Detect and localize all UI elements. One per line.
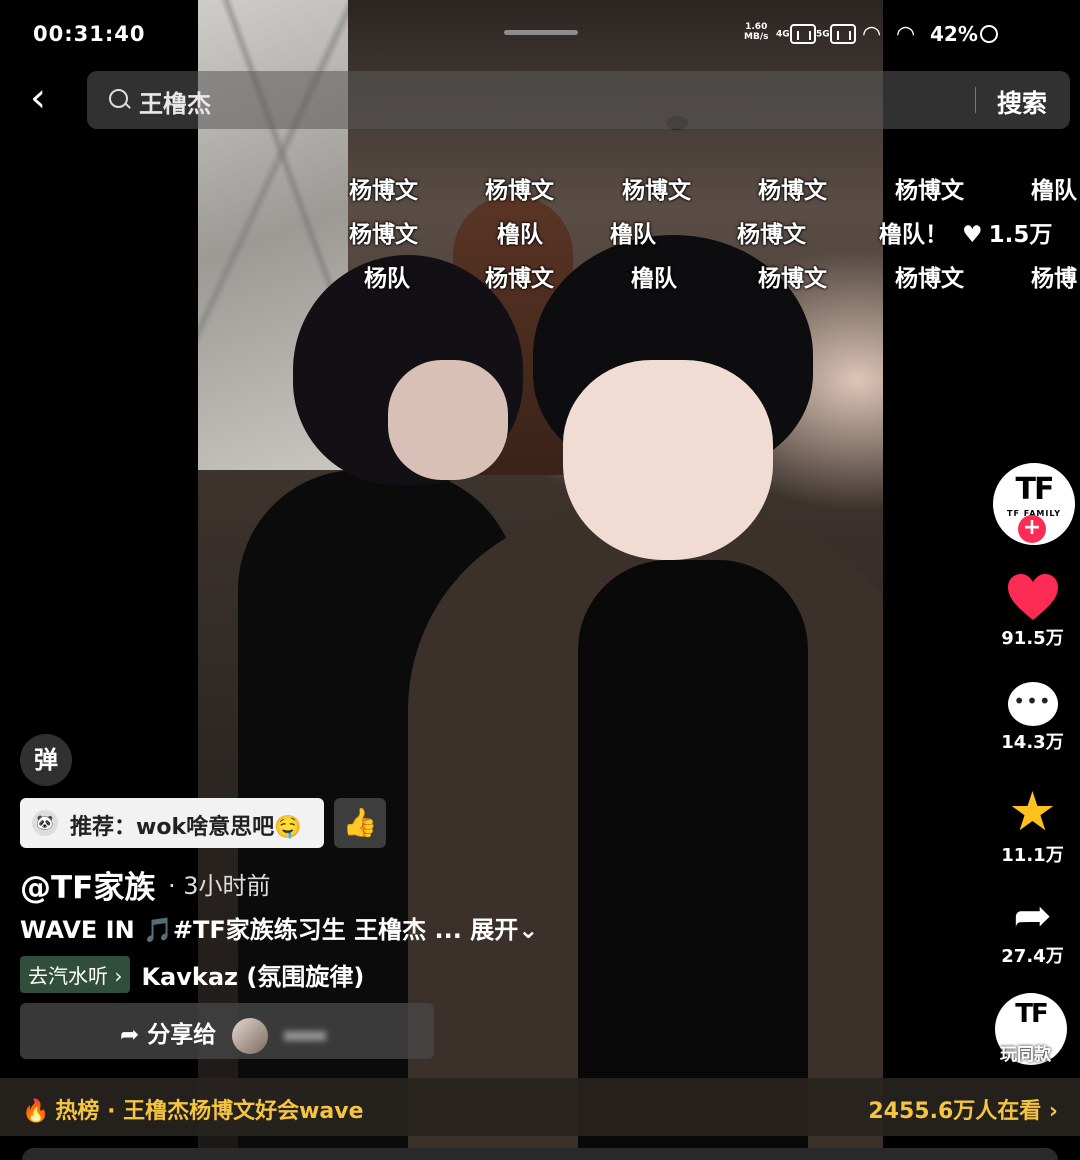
- favorite-count: 11.1万: [1001, 845, 1064, 866]
- fire-icon: 🔥: [22, 1099, 50, 1124]
- hot-list-title: 热榜 · 王橹杰杨博文好会wave: [55, 1099, 364, 1124]
- danmaku-comment: 橹队: [610, 222, 656, 248]
- music-disc-label[interactable]: 玩同款: [1000, 1040, 1051, 1065]
- recommend-pill[interactable]: 🐼 推荐：wok啥意思吧🤤: [20, 798, 324, 848]
- like-count: 91.5万: [1001, 628, 1064, 649]
- heart-icon: ♥: [962, 222, 983, 248]
- person-right-shirt: [578, 560, 808, 1160]
- danmaku-comment: 杨博文: [349, 222, 418, 248]
- favorite-button[interactable]: ★ 11.1万: [995, 785, 1070, 867]
- viewer-count: 2455.6万人在看 ›: [868, 1099, 1058, 1124]
- bottom-sheet-handle: [22, 1148, 1058, 1160]
- search-input[interactable]: 王橹杰: [139, 84, 211, 119]
- person-right-face: [563, 360, 773, 560]
- danmaku-comment: 杨博文: [758, 266, 827, 292]
- danmaku-comment: 杨队: [364, 266, 410, 292]
- expand-button[interactable]: 展开⌄: [470, 916, 538, 944]
- danmaku-comment: 杨博文: [485, 178, 554, 204]
- share-arrow-icon: ➦: [1013, 888, 1052, 942]
- danmaku-comment: 橹队: [631, 266, 677, 292]
- panda-icon: 🐼: [32, 810, 58, 836]
- network-speed: 1.60 MB/s: [744, 22, 769, 42]
- signal-5g-icon: 5G: [816, 24, 856, 44]
- hot-list-bar[interactable]: 🔥 热榜 · 王橹杰杨博文好会wave 2455.6万人在看 ›: [0, 1078, 1080, 1136]
- friend-avatar: [232, 1017, 269, 1054]
- follow-button[interactable]: +: [1018, 515, 1046, 543]
- post-time: · 3小时前: [168, 872, 271, 900]
- home-indicator: [504, 30, 578, 35]
- thumbs-up-icon[interactable]: 👍: [334, 798, 386, 848]
- friend-name-blurred: [284, 1030, 327, 1041]
- share-count: 27.4万: [1001, 946, 1064, 967]
- comment-icon: [1007, 682, 1058, 726]
- danmaku-comment: 杨博文: [349, 178, 418, 204]
- share-label: 分享给: [147, 1022, 217, 1048]
- search-button[interactable]: 搜索: [997, 84, 1047, 120]
- danmaku-comment: 杨博文: [895, 178, 964, 204]
- listen-on-qishui-button[interactable]: 去汽水听 ›: [20, 956, 131, 993]
- comment-count: 14.3万: [1001, 732, 1064, 753]
- danmaku-comment: 橹队: [1031, 178, 1077, 204]
- back-chevron-icon[interactable]: ‹: [30, 78, 70, 120]
- share-to-friend-bar[interactable]: ➦ 分享给: [20, 1003, 434, 1059]
- status-time: 00:31:40: [33, 22, 146, 46]
- danmaku-comment: 杨博文: [895, 266, 964, 292]
- search-divider: [975, 87, 976, 113]
- danmaku-comment: 杨博文: [485, 266, 554, 292]
- star-icon: ★: [1008, 780, 1057, 843]
- music-title[interactable]: Kavkaz (氛围旋律): [141, 957, 364, 992]
- danmaku-comment: 杨博: [1031, 266, 1077, 292]
- person-left-face: [388, 360, 508, 480]
- share-button[interactable]: ➦ 27.4万: [995, 890, 1070, 968]
- danmaku-comment: 橹队: [497, 222, 543, 248]
- danmaku-comment: 杨博文: [622, 178, 691, 204]
- danmaku-toggle-button[interactable]: 弹: [20, 734, 72, 786]
- wifi-hotspot-icon: ◠: [896, 22, 916, 47]
- danmaku-like: ♥ 1.5万: [962, 222, 1053, 248]
- music-row[interactable]: 去汽水听 › Kavkaz (氛围旋律): [20, 956, 364, 993]
- tf-family-logo: TF: [1015, 472, 1055, 507]
- battery-icon: [980, 25, 998, 43]
- tf-family-logo: TF: [1015, 999, 1049, 1029]
- like-button[interactable]: 91.5万: [995, 572, 1070, 650]
- signal-4g-icon: 4G: [776, 24, 816, 44]
- wifi-icon: ◠: [862, 22, 882, 47]
- author-name[interactable]: @TF家族: [20, 862, 155, 907]
- search-bar[interactable]: 王橹杰 搜索: [87, 71, 1070, 129]
- share-arrow-icon: ➦: [120, 1022, 140, 1048]
- heart-icon: [1006, 572, 1060, 622]
- danmaku-comment: 杨博文: [737, 222, 806, 248]
- recommend-text: 推荐：wok啥意思吧🤤: [70, 815, 302, 840]
- danmaku-comment: 杨博文: [758, 178, 827, 204]
- battery-level: 42%: [930, 22, 978, 46]
- video-caption[interactable]: WAVE IN 🎵#TF家族练习生 王橹杰 ... 展开⌄: [20, 910, 538, 945]
- status-bar: 00:31:40 1.60 MB/s 4G 5G ◠ ◠ 42%: [0, 20, 1080, 50]
- danmaku-comment: 橹队！: [879, 222, 948, 248]
- search-icon: [109, 89, 128, 108]
- comment-button[interactable]: 14.3万: [995, 682, 1070, 754]
